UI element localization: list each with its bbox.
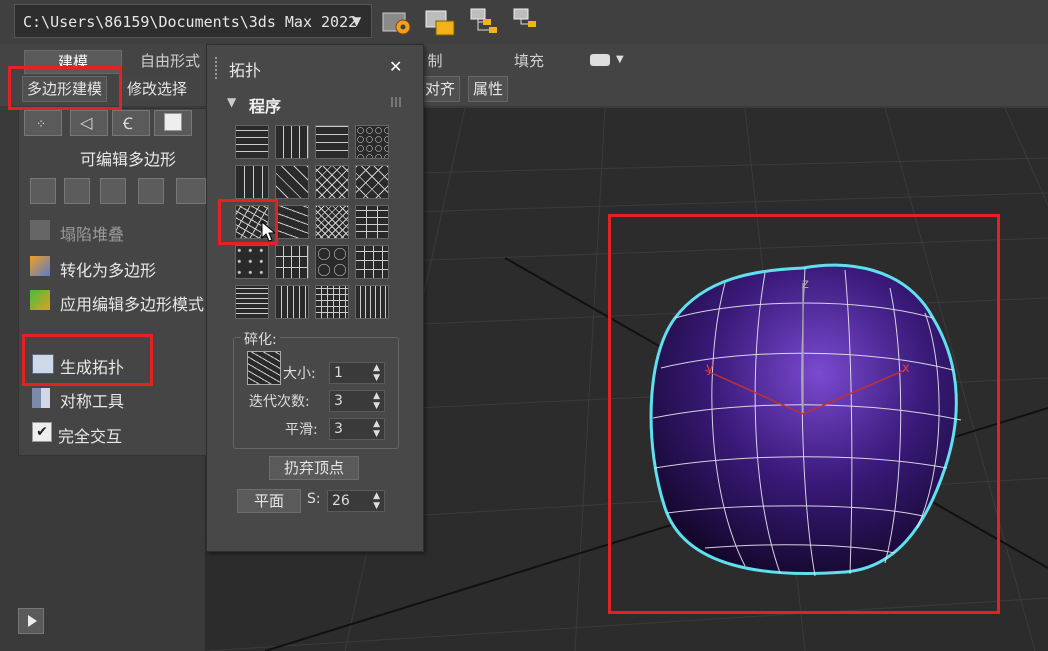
grip-icon xyxy=(391,97,401,107)
plane-button[interactable]: 平面 xyxy=(237,489,301,513)
highlight-sphere xyxy=(608,214,1000,614)
pattern-tile[interactable] xyxy=(315,125,349,159)
subtab-modify-selection[interactable]: 修改选择 xyxy=(122,76,193,102)
stack-button-3[interactable] xyxy=(100,178,126,204)
size-label: 大小: xyxy=(283,366,316,382)
collapse-triangle-icon[interactable]: ▼ xyxy=(227,95,236,109)
topology-panel: 拓扑 ✕ ▼ 程序 碎化: 大小: 1 ▲ ▼ 迭代次数: 3 ▲ ▼ 平滑: 3 ▲ ▼ … xyxy=(206,44,424,552)
subtab-align[interactable]: 对齐 xyxy=(420,76,461,102)
discard-vertices-button[interactable]: 扔弃顶点 xyxy=(269,456,359,480)
pattern-tile[interactable] xyxy=(315,285,349,319)
collapse-stack-button[interactable]: 塌陷堆叠 xyxy=(60,221,124,245)
pattern-tile[interactable] xyxy=(275,245,309,279)
smooth-spinner[interactable]: 3 ▲ ▼ xyxy=(329,418,385,440)
polygon-icon xyxy=(164,113,182,131)
iterations-label: 迭代次数: xyxy=(249,394,310,410)
panel-heading: 可编辑多边形 xyxy=(80,150,177,169)
hierarchy-icon[interactable] xyxy=(469,5,501,37)
pattern-tile[interactable] xyxy=(355,125,389,159)
pattern-tile[interactable] xyxy=(235,285,269,319)
pattern-tile[interactable] xyxy=(355,165,389,199)
pattern-tile[interactable] xyxy=(275,165,309,199)
fracture-preview-icon xyxy=(247,351,281,385)
panel-title: 拓扑 xyxy=(229,61,262,80)
tab-control-partial[interactable]: 制 xyxy=(424,50,446,72)
highlight-polygon-modeling xyxy=(8,66,122,110)
pattern-tile[interactable] xyxy=(315,165,349,199)
folder-icon[interactable] xyxy=(424,5,456,37)
apply-edit-poly-button[interactable]: 应用编辑多边形模式 xyxy=(60,291,206,315)
stack-button-5[interactable] xyxy=(176,178,206,204)
pattern-tile[interactable] xyxy=(275,125,309,159)
tab-freeform[interactable]: 自由形式 xyxy=(134,50,206,72)
symmetry-tool-button[interactable]: 对称工具 xyxy=(60,388,124,412)
collapse-stack-icon xyxy=(30,220,50,240)
play-icon xyxy=(28,615,37,627)
pattern-tile[interactable] xyxy=(355,245,389,279)
pattern-tile[interactable] xyxy=(355,205,389,239)
apply-edit-poly-icon xyxy=(30,290,50,310)
pattern-tile[interactable] xyxy=(275,205,309,239)
drag-handle[interactable] xyxy=(215,57,221,79)
pattern-tile[interactable] xyxy=(235,165,269,199)
stack-button-2[interactable] xyxy=(64,178,90,204)
border-icon: Ꞓ xyxy=(123,114,133,133)
pattern-tile[interactable] xyxy=(235,125,269,159)
iterations-spinner[interactable]: 3 ▲ ▼ xyxy=(329,390,385,412)
pattern-tile[interactable] xyxy=(355,285,389,319)
tab-populate[interactable]: 填充 xyxy=(506,50,552,72)
play-button[interactable] xyxy=(18,608,44,634)
stack-button-4[interactable] xyxy=(138,178,164,204)
highlight-generate-topology xyxy=(22,334,153,386)
vertex-icon: ⁘ xyxy=(36,117,47,131)
chevron-down-icon[interactable]: ▼ xyxy=(616,54,624,65)
full-interactivity-label: 完全交互 xyxy=(58,427,123,446)
symmetry-icon xyxy=(32,388,50,408)
ribbon-options-icon[interactable] xyxy=(590,54,610,66)
highlight-fracture-tile xyxy=(218,199,278,245)
close-icon[interactable]: ✕ xyxy=(389,57,402,76)
fracture-label: 碎化: xyxy=(241,329,280,349)
convert-to-poly-button[interactable]: 转化为多边形 xyxy=(60,257,156,281)
pattern-tile[interactable] xyxy=(235,245,269,279)
pattern-tile[interactable] xyxy=(315,245,349,279)
subtab-properties[interactable]: 属性 xyxy=(468,76,509,102)
size-spinner[interactable]: 1 ▲ ▼ xyxy=(329,362,385,384)
pattern-tile[interactable] xyxy=(315,205,349,239)
scene-tree-icon[interactable] xyxy=(512,5,544,37)
s-spinner[interactable]: 26 ▲ ▼ xyxy=(327,490,385,512)
project-path-dropdown[interactable]: C:\Users\86159\Documents\3ds Max 2022 xyxy=(14,4,372,38)
checkbox-icon[interactable]: ✔ xyxy=(32,422,52,442)
convert-poly-icon xyxy=(30,256,50,276)
project-settings-icon[interactable] xyxy=(381,5,413,37)
s-label: S: xyxy=(307,491,321,507)
section-title: 程序 xyxy=(249,97,282,116)
edge-icon: ◁ xyxy=(80,113,93,132)
pattern-tile[interactable] xyxy=(275,285,309,319)
chevron-down-icon[interactable]: ▼ xyxy=(352,14,361,28)
smooth-label: 平滑: xyxy=(285,422,318,438)
stack-button-1[interactable] xyxy=(30,178,56,204)
project-path-text: C:\Users\86159\Documents\3ds Max 2022 xyxy=(23,13,358,31)
